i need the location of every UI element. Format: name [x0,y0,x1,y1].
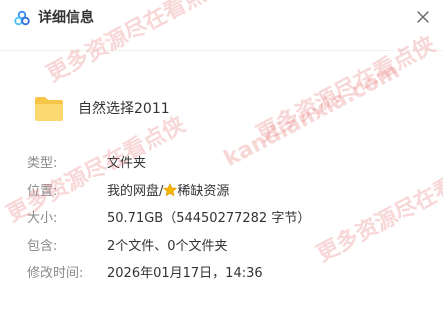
detail-row-contains: 包含: 2个文件、0个文件夹 [0,238,443,258]
detail-label: 包含: [27,239,58,254]
detail-label: 类型: [27,156,58,171]
header-divider [0,50,443,51]
location-suffix[interactable]: 稀缺资源 [177,184,229,199]
detail-row-size: 大小: 50.71GB（54450277282 字节） [0,210,443,230]
cloud-logo-icon [14,10,30,26]
title-bar: 详细信息 [0,0,443,36]
item-name: 自然选择2011 [78,101,170,117]
detail-row-location: 位置: 我的网盘/稀缺资源 [0,183,443,203]
detail-label: 大小: [27,211,58,226]
close-icon[interactable] [415,9,431,25]
close-button[interactable] [415,9,431,25]
detail-label: 修改时间: [27,266,84,281]
star-icon [163,183,178,197]
detail-label: 位置: [27,184,58,199]
detail-value: 2026年01月17日，14:36 [107,266,263,281]
detail-row-type: 类型: 文件夹 [0,155,443,175]
detail-value: 50.71GB（54450277282 字节） [107,211,311,226]
detail-row-modified: 修改时间: 2026年01月17日，14:36 [0,265,443,285]
details-dialog: 详细信息 自然选择2011 类型: 文件夹 位置: 我的网盘/稀缺资源 大小: … [0,0,443,312]
location-prefix[interactable]: 我的网盘/ [107,184,163,199]
detail-value: 文件夹 [107,156,147,171]
dialog-title: 详细信息 [38,10,94,26]
folder-icon [34,96,64,122]
watermark-text: 更多资源尽在看点侠 [252,32,440,148]
detail-value: 2个文件、0个文件夹 [107,239,228,254]
location-path[interactable]: 我的网盘/稀缺资源 [107,183,229,201]
